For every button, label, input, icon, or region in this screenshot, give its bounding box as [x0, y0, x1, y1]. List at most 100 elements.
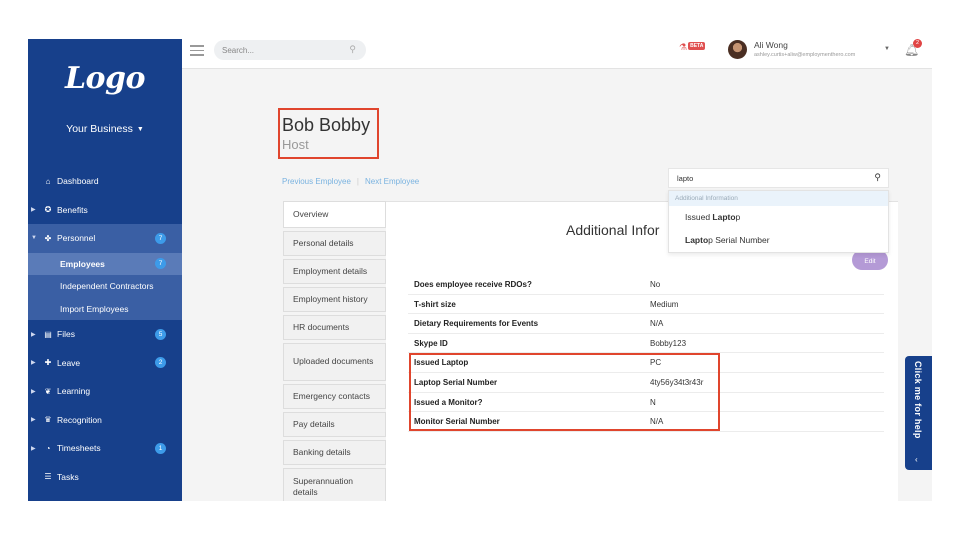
user-avatar[interactable]: [728, 40, 747, 59]
field-search[interactable]: ⚲: [668, 168, 889, 188]
detail-value: Bobby123: [650, 338, 687, 348]
flask-icon: ⚗: [679, 42, 688, 52]
employee-name: Bob Bobby: [282, 115, 371, 135]
business-selector[interactable]: Your Business ▼: [28, 123, 182, 135]
tab-employment-history[interactable]: Employment history: [283, 287, 386, 312]
search-icon[interactable]: ⚲: [874, 172, 881, 183]
tab-hr-documents[interactable]: HR documents: [283, 315, 386, 340]
detail-row: Dietary Requirements for Events N/A: [408, 314, 884, 334]
sidebar-item-timesheets[interactable]: ▶ ◔ Timesheets 1: [28, 434, 182, 463]
detail-row: Does employee receive RDOs? No: [408, 275, 884, 295]
next-employee-link[interactable]: Next Employee: [365, 177, 419, 186]
sidebar-item-label: Recognition: [57, 414, 102, 425]
detail-value: N/A: [650, 319, 664, 329]
sidebar-item-tasks[interactable]: ☰ Tasks: [28, 463, 182, 492]
count-badge: 1: [155, 442, 166, 454]
sidebar-item-recognition[interactable]: ▶ ♛ Recognition: [28, 406, 182, 435]
sidebar-subitem-import-employees[interactable]: Import Employees: [28, 298, 182, 321]
leave-icon: ✚: [44, 358, 52, 368]
search-icon[interactable]: ⚲: [349, 44, 356, 55]
help-tab[interactable]: Click me for help ‹: [905, 356, 932, 470]
help-label: Click me for help: [913, 361, 923, 439]
global-search-input[interactable]: [222, 43, 342, 57]
sidebar-item-leave[interactable]: ▶ ✚ Leave 2: [28, 349, 182, 378]
user-menu-caret-icon[interactable]: ▼: [884, 46, 890, 52]
learning-icon: ❦: [44, 386, 52, 396]
sidebar-item-label: Dashboard: [57, 176, 99, 187]
expand-arrow-icon: ▶: [31, 417, 36, 424]
dropdown-section-header: Additional Information: [669, 191, 888, 206]
sidebar-nav: ⌂ Dashboard ▶ ✪ Benefits ▼ ✤ Personnel 7 Employee…: [28, 167, 182, 491]
sidebar-item-label: Leave: [57, 357, 81, 368]
edit-button[interactable]: Edit: [852, 250, 888, 270]
employee-header: Bob Bobby Host: [278, 108, 379, 159]
sidebar-subitem-employees[interactable]: Employees 7: [28, 252, 182, 275]
sidebar-item-dashboard[interactable]: ⌂ Dashboard: [28, 167, 182, 196]
tab-emergency-contacts[interactable]: Emergency contacts: [283, 384, 386, 409]
global-search[interactable]: ⚲: [214, 40, 366, 60]
sidebar-subitem-independent-contractors[interactable]: Independent Contractors: [28, 275, 182, 298]
sidebar-item-learning[interactable]: ▶ ❦ Learning: [28, 377, 182, 406]
result-text: p Serial Number: [708, 235, 770, 245]
count-badge: 2: [155, 357, 166, 369]
caret-down-icon: ▼: [136, 126, 144, 133]
sidebar-subitem-label: Independent Contractors: [60, 281, 154, 292]
expand-arrow-icon: ▼: [31, 235, 37, 242]
recognition-icon: ♛: [44, 415, 52, 425]
tab-overview[interactable]: Overview: [283, 201, 386, 228]
logo: Logo: [64, 61, 146, 96]
tab-uploaded-documents[interactable]: Uploaded documents: [283, 343, 386, 381]
personnel-submenu: Employees 7 Independent Contractors Import …: [28, 252, 182, 321]
detail-row: Skype ID Bobby123: [408, 334, 884, 354]
chevron-left-icon: ‹: [915, 455, 918, 464]
beta-tag: BETA: [688, 42, 706, 50]
employee-role: Host: [282, 137, 309, 152]
tab-employment-details[interactable]: Employment details: [283, 259, 386, 284]
detail-label: Does employee receive RDOs?: [414, 280, 532, 289]
field-search-input[interactable]: [677, 172, 857, 185]
sidebar-item-files[interactable]: ▶ ▤ Files 5: [28, 320, 182, 349]
files-icon: ▤: [44, 329, 52, 339]
notification-badge: 2: [913, 39, 922, 48]
expand-arrow-icon: ▶: [31, 331, 36, 338]
result-text: Issued: [685, 212, 713, 222]
expand-arrow-icon: ▶: [31, 388, 36, 395]
user-name[interactable]: Ali Wong: [754, 40, 788, 50]
employee-navigation: Previous Employee | Next Employee: [282, 177, 419, 186]
detail-value: Medium: [650, 299, 679, 309]
count-badge: 5: [155, 328, 166, 340]
previous-employee-link[interactable]: Previous Employee: [282, 177, 351, 186]
search-results-dropdown: Additional Information Issued Laptop Lapt…: [668, 190, 889, 253]
search-result-item[interactable]: Issued Laptop: [669, 206, 888, 229]
user-email: ashley.curtis+aliw@employmenthero.com: [754, 52, 856, 58]
employee-tabs: Overview Personal details Employment detai…: [283, 201, 386, 501]
search-result-item[interactable]: Laptop Serial Number: [669, 229, 888, 252]
sidebar-subitem-label: Employees: [60, 258, 105, 269]
sidebar-subitem-label: Import Employees: [60, 303, 129, 314]
sidebar-item-personnel[interactable]: ▼ ✤ Personnel 7: [28, 224, 182, 253]
sidebar-item-label: Personnel: [57, 233, 96, 244]
hamburger-menu-icon[interactable]: [190, 45, 204, 56]
business-label: Your Business: [66, 123, 133, 135]
home-icon: ⌂: [45, 176, 51, 186]
tasks-icon: ☰: [44, 472, 52, 482]
expand-arrow-icon: ▶: [31, 207, 36, 214]
tab-superannuation-details[interactable]: Superannuation details: [283, 468, 386, 501]
app-window: Logo Your Business ▼ ⌂ Dashboard ▶ ✪ Benefits…: [28, 39, 932, 501]
tab-pay-details[interactable]: Pay details: [283, 412, 386, 437]
beta-feature-button[interactable]: ⚗ BETA: [679, 42, 706, 53]
sidebar-item-label: Benefits: [57, 204, 88, 215]
count-badge: 7: [155, 258, 166, 270]
result-match: Lapto: [685, 235, 709, 245]
sidebar-item-label: Learning: [57, 386, 91, 397]
count-badge: 7: [155, 232, 166, 244]
sidebar-item-label: Timesheets: [57, 443, 101, 454]
sidebar-item-label: Files: [57, 329, 75, 340]
sidebar-item-benefits[interactable]: ▶ ✪ Benefits: [28, 196, 182, 225]
top-bar: ⚲ ⚗BETA Ali Wong ashley.curtis+aliw@empl…: [182, 39, 932, 69]
tab-personal-details[interactable]: Personal details: [283, 231, 386, 256]
divider: |: [356, 177, 359, 186]
sidebar-item-label: Tasks: [57, 471, 79, 482]
timesheets-icon: ◔: [45, 443, 51, 453]
tab-banking-details[interactable]: Banking details: [283, 440, 386, 465]
